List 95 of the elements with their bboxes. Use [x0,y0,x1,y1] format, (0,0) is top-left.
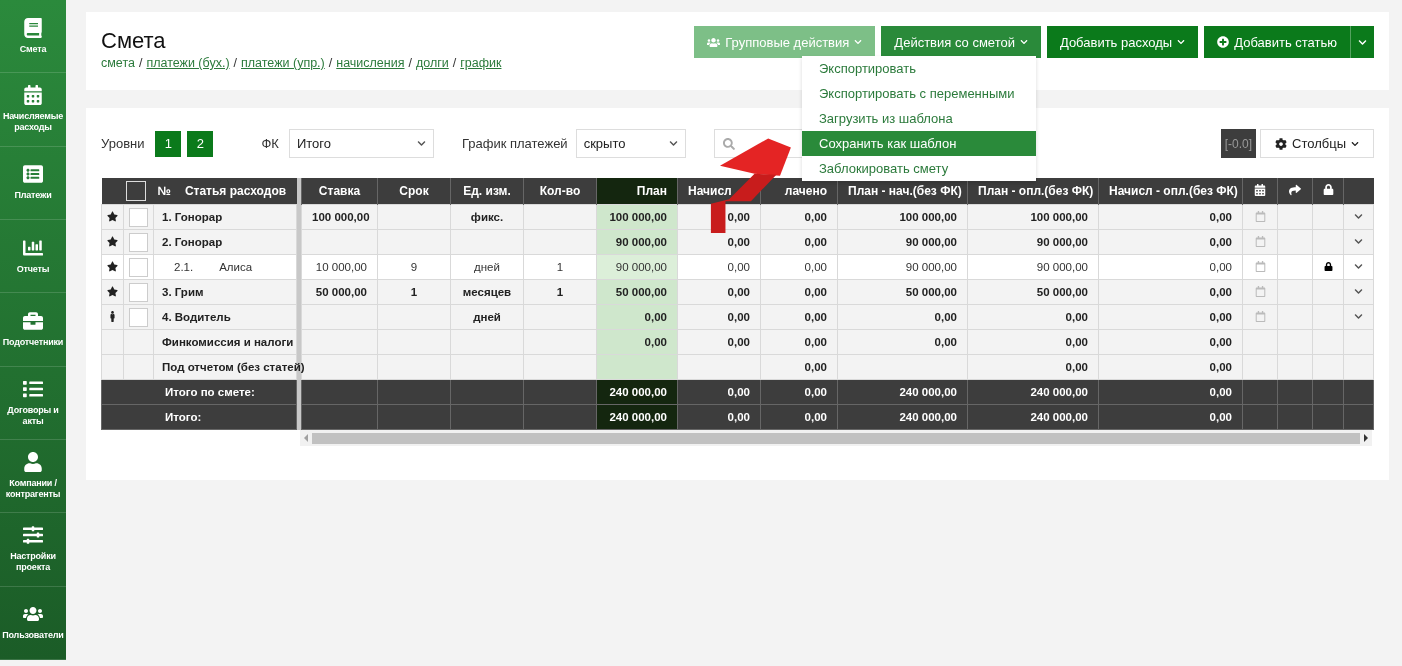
column-header: Срок [399,184,429,198]
table-cell: дней [474,261,500,273]
table-cell: 0,00 [644,336,667,348]
table-cell: 0,00 [1209,236,1232,248]
table-cell: дней [473,311,501,323]
table-cell: 90 000,00 [1036,236,1088,248]
table-cell: 0,00 [804,286,827,298]
table-cell: 100 000,00 [609,211,667,223]
breadcrumb-current: смета [101,56,135,70]
table-cell: 240 000,00 [899,386,957,398]
column-header: Начисл - опл.(без ФК) [1109,184,1238,198]
table-cell: 0,00 [804,236,827,248]
table-cell: 240 000,00 [609,386,667,398]
table-cell: 0,00 [1209,211,1232,223]
table-cell: 0,00 [804,211,827,223]
table-cell: 240 000,00 [1030,411,1088,423]
breadcrumb-separator: / [328,56,333,70]
table-cell: 0,00 [934,336,957,348]
balance-badge: [-0.0] [1220,129,1257,158]
table-cell: 240 000,00 [609,411,667,423]
table-cell: 0,00 [804,311,827,323]
levels-label: Уровни [101,136,145,151]
fk-label: ФК [261,136,279,151]
table-cell: 90 000,00 [1036,261,1088,273]
table-cell: 0,00 [1209,336,1232,348]
table-cell: фикс. [470,211,504,223]
item-name: 4. Водитель [162,311,231,323]
item-name: Под отчетом (без статей) [162,361,305,373]
breadcrumb-separator: / [233,56,238,70]
column-header: Ставка [318,184,361,198]
table-cell: 0,00 [804,361,827,373]
table-cell: 0,00 [644,311,667,323]
breadcrumb-separator: / [452,56,457,70]
table-cell: 100 000,00 [1030,211,1088,223]
table-cell: 0,00 [727,286,750,298]
table-cell: 0,00 [804,386,827,398]
item-name: 1. Гонорар [162,211,223,223]
total-label: Итого: [165,411,202,423]
table-cell: 100 000,00 [899,211,957,223]
table-cell: 0,00 [934,311,957,323]
page-title: Смета [101,28,167,54]
table-cell: 9 [410,261,418,273]
table-cell: 50 000,00 [615,286,667,298]
table-cell: 1 [410,286,418,298]
table-cell: 240 000,00 [1030,386,1088,398]
table-cell: 0,00 [727,386,750,398]
table-cell: 0,00 [727,336,750,348]
table-cell: месяцев [462,286,512,298]
item-name: 2. Гонорар [162,236,223,248]
column-header: План - опл.(без ФК) [978,184,1094,198]
table-cell: 1 [556,261,564,273]
column-header: № [157,184,171,198]
column-header: Кол-во [539,184,581,198]
column-header: Ед. изм. [463,184,511,198]
table-cell: 50 000,00 [315,286,367,298]
table-cell: 0,00 [1209,311,1232,323]
table-cell: 0,00 [1065,311,1088,323]
column-header: лачено [784,184,827,198]
breadcrumb-separator: / [408,56,412,70]
table-cell: 0,00 [727,261,750,273]
table-cell: 0,00 [1065,361,1088,373]
table-cell: 0,00 [804,411,827,423]
table-cell: 0,00 [727,211,750,223]
row-number: 2.1. [174,261,194,273]
table-cell: 240 000,00 [899,411,957,423]
column-header: План [636,184,667,198]
item-name: Финкомиссия и налоги [162,336,294,348]
table-cell: 0,00 [804,336,827,348]
schedule-label: График платежей [461,136,568,151]
table-cell: 0,00 [727,236,750,248]
table-cell: 0,00 [1209,361,1232,373]
table-cell: 90 000,00 [905,236,957,248]
item-name: 3. Грим [162,286,204,298]
column-header: Начисл [688,184,732,198]
total-label: Итого по смете: [165,386,255,398]
table-cell: 90 000,00 [615,236,667,248]
table-cell: 50 000,00 [1036,286,1088,298]
table-cell: 0,00 [1065,336,1088,348]
table-cell: 0,00 [1209,386,1232,398]
table-cell: 10 000,00 [315,261,367,273]
table-cell: 0,00 [1209,411,1232,423]
table-cell: 100 000,00 [312,211,370,223]
table-cell: 0,00 [1209,261,1232,273]
table-cell: 90 000,00 [905,261,957,273]
breadcrumb-separator: / [138,56,143,70]
table-cell: 0,00 [727,411,750,423]
table-cell: 0,00 [804,261,827,273]
column-header: План - нач.(без ФК) [848,184,962,198]
item-name: Алиса [219,261,253,273]
table-cell: 0,00 [727,311,750,323]
table-cell: 90 000,00 [615,261,667,273]
column-header: Статья расходов [184,184,287,198]
table-cell: 50 000,00 [905,286,957,298]
table-cell: 1 [556,286,564,298]
table-cell: 0,00 [1209,286,1232,298]
